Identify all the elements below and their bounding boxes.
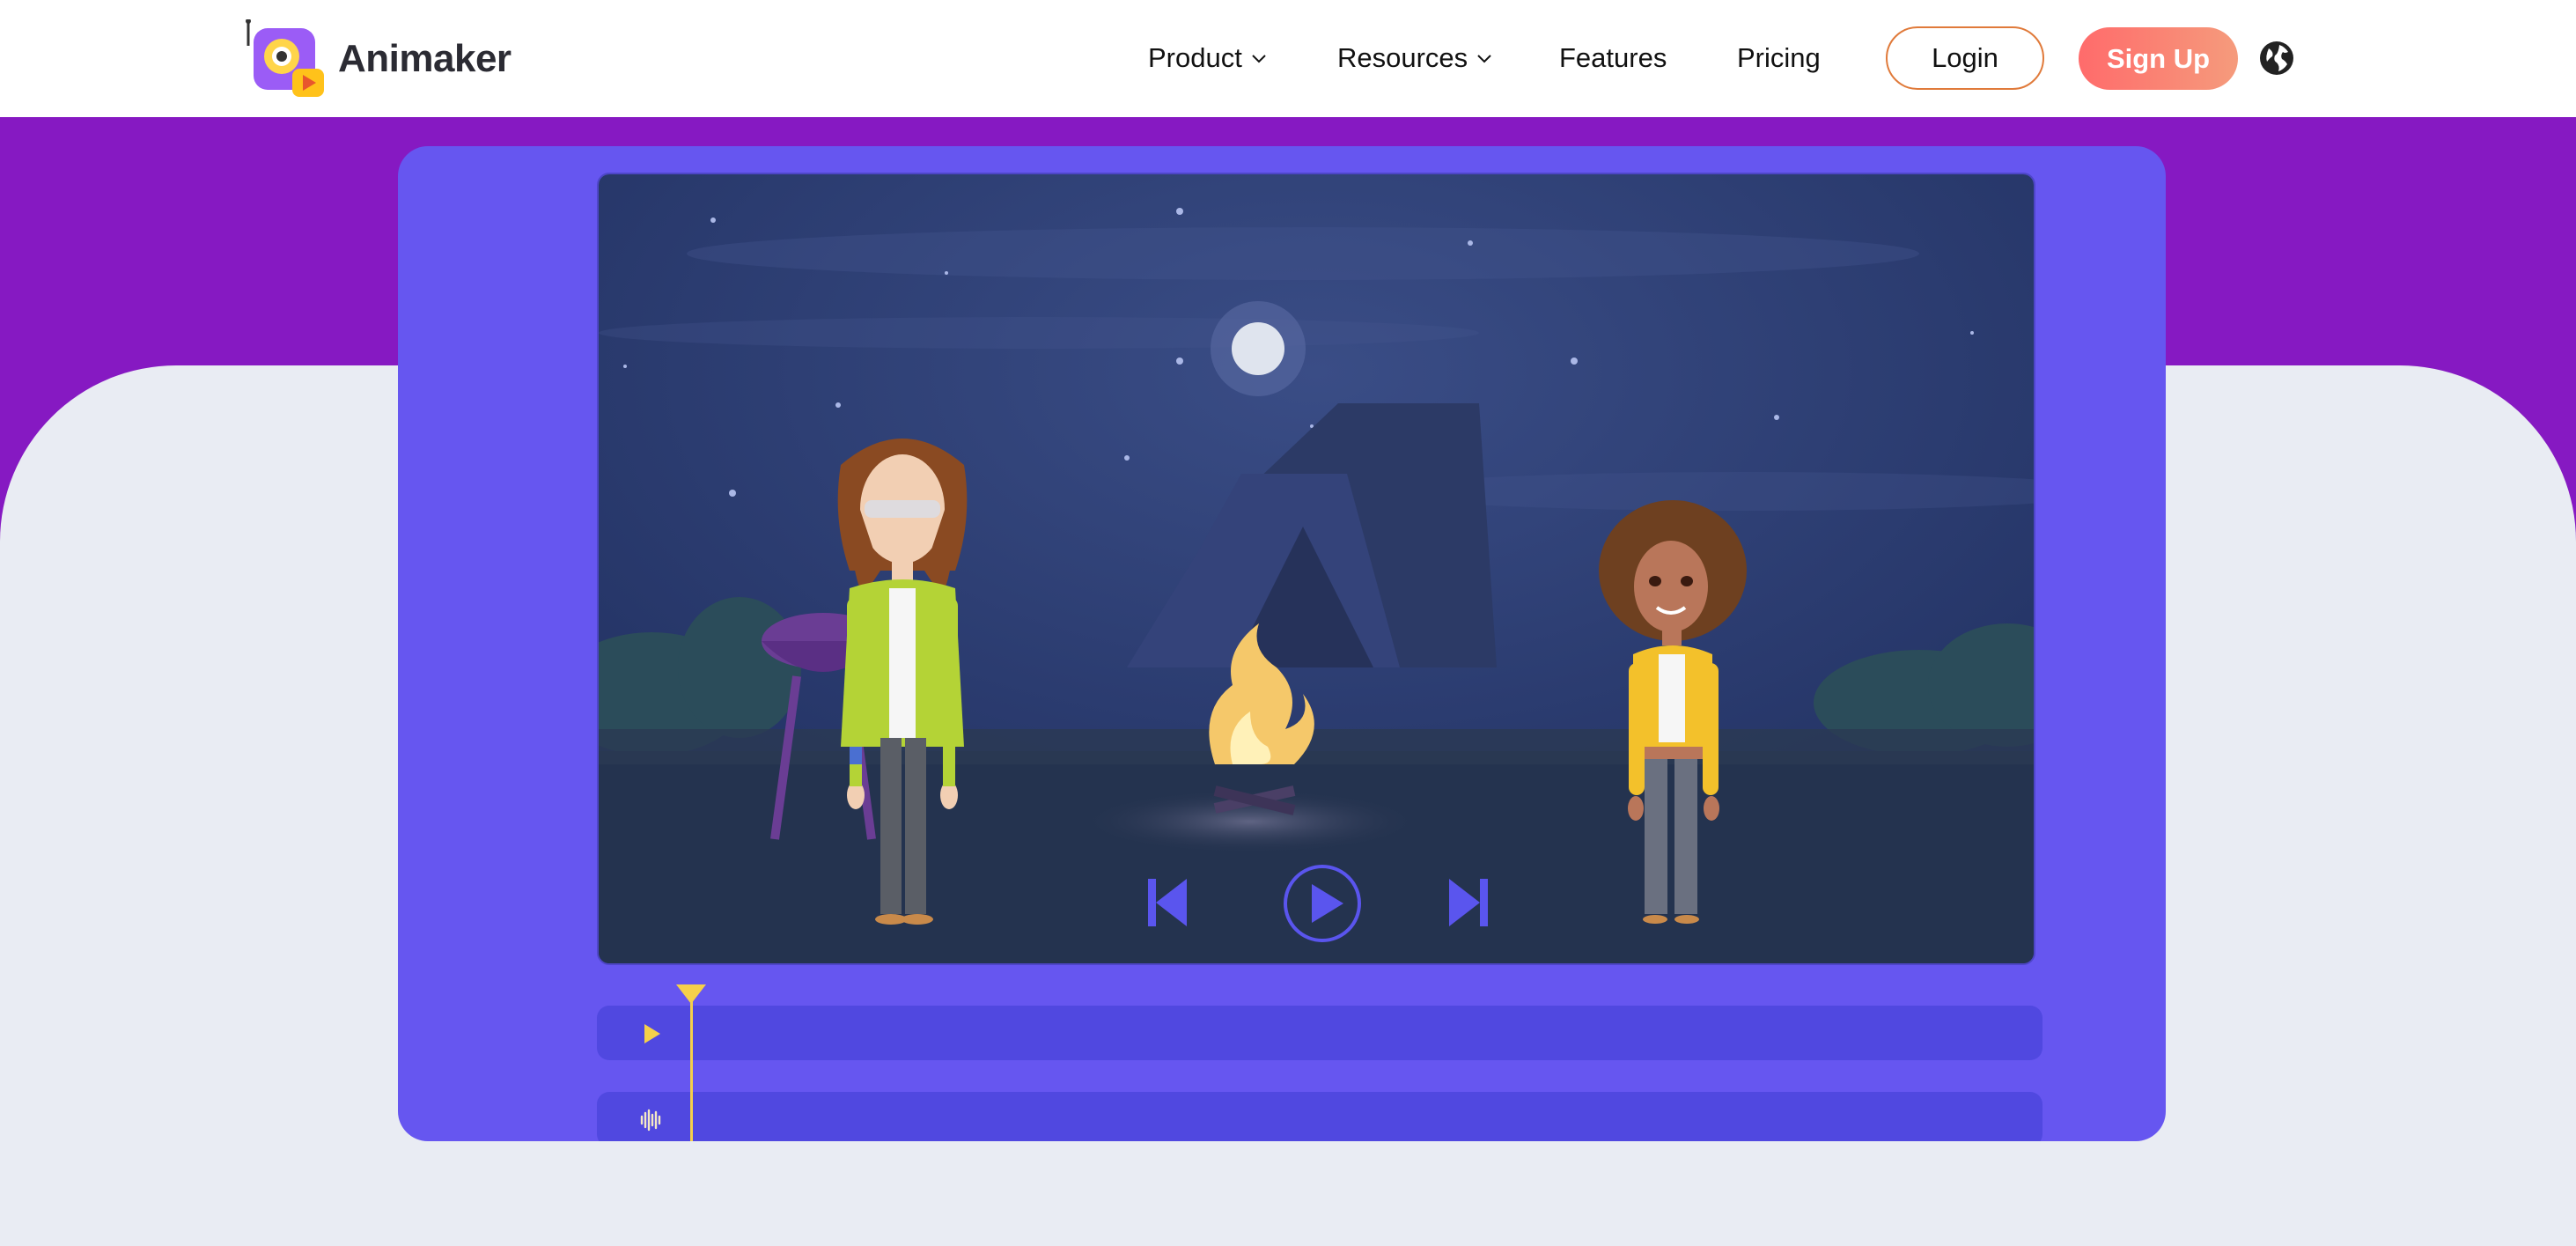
nav-features[interactable]: Features	[1559, 42, 1667, 74]
nav-features-label: Features	[1559, 42, 1667, 73]
timeline-audio-track[interactable]	[597, 1092, 2042, 1141]
chevron-down-icon	[1252, 55, 1266, 63]
audio-track-icon	[640, 1109, 661, 1132]
playhead-handle-icon[interactable]	[674, 981, 708, 1006]
video-track-icon	[644, 1024, 660, 1043]
next-icon[interactable]	[1446, 875, 1491, 930]
login-button[interactable]: Login	[1886, 26, 2044, 90]
animaker-logo-icon[interactable]	[245, 19, 329, 99]
chevron-down-icon	[1477, 55, 1491, 63]
globe-icon[interactable]	[2258, 40, 2295, 77]
nav-product-label: Product	[1148, 42, 1242, 73]
signup-button[interactable]: Sign Up	[2079, 27, 2238, 90]
timeline-video-track[interactable]	[597, 1006, 2042, 1060]
nav-product[interactable]: Product	[1148, 42, 1267, 74]
timeline-playhead[interactable]	[690, 990, 693, 1141]
editor-preview-card	[398, 146, 2166, 1141]
brand-name[interactable]: Animaker	[338, 37, 512, 81]
video-preview[interactable]	[597, 173, 2035, 965]
play-icon[interactable]	[1282, 863, 1363, 944]
site-header: Animaker Product Resources Features Pric…	[0, 0, 2576, 117]
previous-icon[interactable]	[1144, 875, 1190, 930]
campfire-scene-illustration	[599, 174, 2034, 963]
nav-resources-label: Resources	[1337, 42, 1468, 73]
nav-pricing[interactable]: Pricing	[1737, 42, 1821, 74]
nav-pricing-label: Pricing	[1737, 42, 1821, 73]
nav-resources[interactable]: Resources	[1337, 42, 1492, 74]
